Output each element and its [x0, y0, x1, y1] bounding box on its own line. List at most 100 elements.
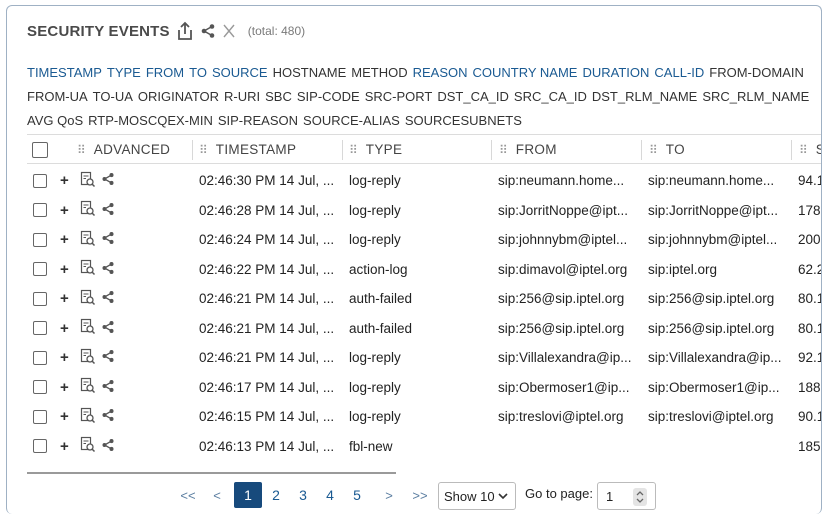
row-checkbox[interactable] — [33, 262, 47, 277]
expand-plus-icon[interactable]: + — [60, 408, 69, 425]
table-row[interactable]: +02:46:13 PM 14 Jul, ... fbl-new 185.6 — [27, 432, 821, 462]
column-toggle[interactable]: FROM-UA — [27, 85, 88, 109]
column-toggle[interactable]: TO-UA — [93, 85, 133, 109]
row-checkbox[interactable] — [33, 350, 47, 365]
close-icon[interactable] — [222, 24, 236, 38]
prev-page-button[interactable]: < — [207, 482, 227, 508]
table-row[interactable]: +02:46:21 PM 14 Jul, ... auth-failed sip:2… — [27, 284, 821, 314]
details-search-icon[interactable] — [80, 259, 96, 279]
drag-handle-icon[interactable]: ⠿ — [77, 143, 86, 157]
column-toggle[interactable]: FROM — [146, 61, 184, 85]
column-toggle[interactable]: SRC_CA_ID — [514, 85, 587, 109]
row-checkbox[interactable] — [33, 439, 47, 454]
spinner-icon[interactable] — [633, 488, 647, 506]
header-type[interactable]: ⠿ TYPE — [349, 135, 402, 164]
export-icon[interactable] — [176, 21, 194, 41]
column-toggle[interactable]: R-URI — [224, 85, 260, 109]
column-toggle[interactable]: ORIGINATOR — [138, 85, 219, 109]
share-icon[interactable] — [101, 231, 115, 248]
expand-plus-icon[interactable]: + — [60, 202, 69, 219]
details-search-icon[interactable] — [80, 348, 96, 368]
table-row[interactable]: +02:46:15 PM 14 Jul, ... log-reply sip:tre… — [27, 402, 821, 432]
column-toggle[interactable]: SOURCE — [212, 61, 268, 85]
expand-plus-icon[interactable]: + — [60, 290, 69, 307]
goto-page-input[interactable]: 1 — [597, 482, 656, 510]
expand-plus-icon[interactable]: + — [60, 172, 69, 189]
header-timestamp[interactable]: ⠿ TIMESTAMP — [199, 135, 296, 164]
column-toggle[interactable]: METHOD — [351, 61, 407, 85]
next-page-button[interactable]: > — [379, 482, 399, 508]
share-icon[interactable] — [101, 320, 115, 337]
share-icon[interactable] — [101, 290, 115, 307]
table-row[interactable]: +02:46:24 PM 14 Jul, ... log-reply sip:joh… — [27, 225, 821, 255]
row-checkbox[interactable] — [33, 409, 47, 424]
column-toggle[interactable]: COUNTRY NAME — [473, 61, 578, 85]
expand-plus-icon[interactable]: + — [60, 231, 69, 248]
details-search-icon[interactable] — [80, 171, 96, 191]
page-2-button[interactable]: 2 — [265, 482, 287, 508]
row-checkbox[interactable] — [33, 203, 47, 218]
row-checkbox[interactable] — [33, 173, 47, 188]
table-row[interactable]: +02:46:22 PM 14 Jul, ... action-log sip:di… — [27, 255, 821, 285]
column-toggle[interactable]: TO — [189, 61, 207, 85]
table-row[interactable]: +02:46:28 PM 14 Jul, ... log-reply sip:Jor… — [27, 196, 821, 226]
column-toggle[interactable]: TIMESTAMP — [27, 61, 102, 85]
header-from[interactable]: ⠿ FROM — [499, 135, 557, 164]
row-checkbox[interactable] — [33, 380, 47, 395]
last-page-button[interactable]: >> — [407, 482, 433, 508]
header-to[interactable]: ⠿ TO — [649, 135, 685, 164]
details-search-icon[interactable] — [80, 230, 96, 250]
first-page-button[interactable]: << — [175, 482, 201, 508]
column-toggle[interactable]: TYPE — [107, 61, 141, 85]
details-search-icon[interactable] — [80, 289, 96, 309]
expand-plus-icon[interactable]: + — [60, 379, 69, 396]
header-source[interactable]: ⠿S — [799, 135, 821, 164]
column-toggle[interactable]: FROM-DOMAIN — [709, 61, 804, 85]
page-4-button[interactable]: 4 — [319, 482, 341, 508]
share-icon[interactable] — [101, 438, 115, 455]
column-toggle[interactable]: HOSTNAME — [273, 61, 347, 85]
details-search-icon[interactable] — [80, 407, 96, 427]
page-5-button[interactable]: 5 — [346, 482, 368, 508]
column-toggle[interactable]: DURATION — [582, 61, 649, 85]
expand-plus-icon[interactable]: + — [60, 320, 69, 337]
column-toggle[interactable]: SRC-PORT — [365, 85, 433, 109]
table-row[interactable]: +02:46:17 PM 14 Jul, ... log-reply sip:Obe… — [27, 373, 821, 403]
page-1-button[interactable]: 1 — [234, 482, 262, 508]
header-advanced[interactable]: ⠿ ADVANCED — [77, 135, 170, 164]
column-toggle[interactable]: AVG QoS — [27, 109, 83, 133]
drag-handle-icon[interactable]: ⠿ — [799, 143, 808, 157]
column-toggle[interactable]: RTP-MOSCQEX-MIN — [88, 109, 213, 133]
share-icon[interactable] — [101, 349, 115, 366]
expand-plus-icon[interactable]: + — [60, 261, 69, 278]
row-checkbox[interactable] — [33, 291, 47, 306]
details-search-icon[interactable] — [80, 377, 96, 397]
column-toggle[interactable]: SOURCE-ALIAS — [303, 109, 400, 133]
expand-plus-icon[interactable]: + — [60, 349, 69, 366]
column-toggle[interactable]: SRC_RLM_NAME — [702, 85, 809, 109]
column-toggle[interactable]: DST_RLM_NAME — [592, 85, 697, 109]
share-icon[interactable] — [101, 408, 115, 425]
share-icon[interactable] — [200, 23, 216, 39]
page-size-select[interactable]: Show 10 — [438, 482, 516, 510]
share-icon[interactable] — [101, 379, 115, 396]
expand-plus-icon[interactable]: + — [60, 438, 69, 455]
select-all-checkbox[interactable] — [32, 141, 48, 158]
drag-handle-icon[interactable]: ⠿ — [349, 143, 358, 157]
share-icon[interactable] — [101, 202, 115, 219]
column-toggle[interactable]: SIP-REASON — [218, 109, 298, 133]
drag-handle-icon[interactable]: ⠿ — [499, 143, 508, 157]
column-toggle[interactable]: SIP-CODE — [297, 85, 360, 109]
table-row[interactable]: +02:46:30 PM 14 Jul, ... log-reply sip:neu… — [27, 166, 821, 196]
page-3-button[interactable]: 3 — [292, 482, 314, 508]
details-search-icon[interactable] — [80, 436, 96, 456]
drag-handle-icon[interactable]: ⠿ — [649, 143, 658, 157]
column-toggle[interactable]: SBC — [265, 85, 292, 109]
details-search-icon[interactable] — [80, 318, 96, 338]
column-toggle[interactable]: REASON — [413, 61, 468, 85]
horizontal-scrollbar[interactable] — [27, 472, 396, 474]
table-row[interactable]: +02:46:21 PM 14 Jul, ... auth-failed sip:2… — [27, 314, 821, 344]
share-icon[interactable] — [101, 261, 115, 278]
table-row[interactable]: +02:46:21 PM 14 Jul, ... log-reply sip:Vil… — [27, 343, 821, 373]
column-toggle[interactable]: SOURCESUBNETS — [405, 109, 522, 133]
